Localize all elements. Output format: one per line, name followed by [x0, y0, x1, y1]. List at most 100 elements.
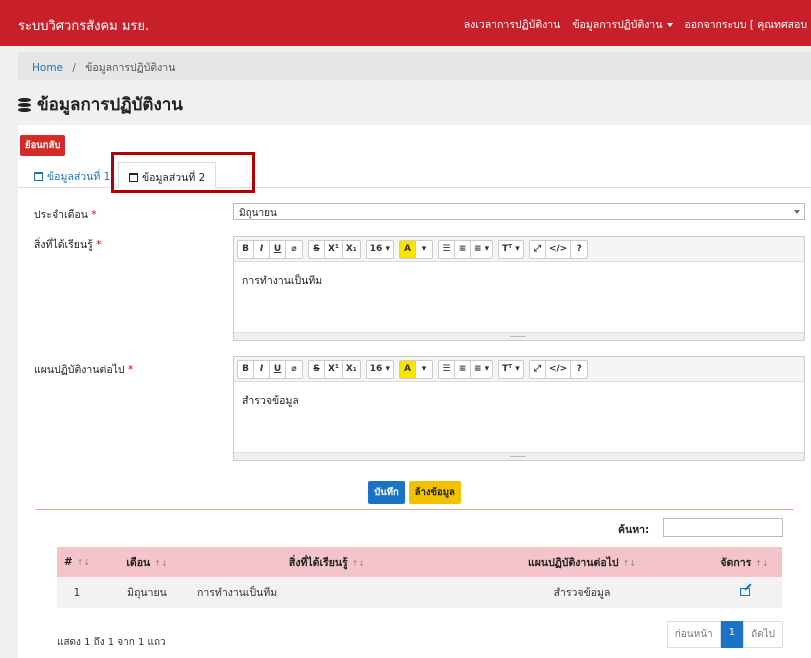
- divider: [36, 509, 793, 510]
- data-table: # ↑↓ เดือน ↑↓ สิ่งที่ได้เรียนรู้ ↑↓ แผนปฏิบ…: [57, 547, 782, 608]
- pagination: ก่อนหน้า 1 ถัดไป: [666, 621, 783, 648]
- fontsize-dropdown[interactable]: 16 ▾: [367, 361, 393, 378]
- col-header-plan-text: แผนปฏิบัติงานต่อไป: [528, 556, 619, 569]
- top-navbar: ระบบวิศวกรสังคม มรย. ลงเวลาการปฏิบัติงาน…: [0, 0, 811, 46]
- color-dropdown[interactable]: ▾: [416, 361, 432, 378]
- highlight-box: [111, 152, 255, 193]
- eraser-button[interactable]: ⌀: [286, 241, 302, 258]
- page-title-text: ข้อมูลการปฏิบัติงาน: [37, 95, 183, 115]
- breadcrumb-home-link[interactable]: Home: [32, 62, 63, 74]
- resize-handle[interactable]: [234, 332, 804, 340]
- strikethrough-button[interactable]: S: [309, 360, 325, 378]
- save-button[interactable]: บันทึก: [368, 481, 405, 504]
- col-header-learned[interactable]: สิ่งที่ได้เรียนรู้ ↑↓: [197, 547, 457, 577]
- text-color-button[interactable]: A: [399, 240, 416, 258]
- color-dropdown[interactable]: ▾: [416, 241, 432, 258]
- italic-button[interactable]: I: [254, 240, 270, 258]
- col-header-plan[interactable]: แผนปฏิบัติงานต่อไป ↑↓: [457, 547, 707, 577]
- line-height-dropdown[interactable]: Tᵀ ▾: [499, 361, 523, 378]
- nav-logout-link[interactable]: ออกจากระบบ [ คุณทศสอบ: [685, 16, 808, 33]
- database-icon: [18, 97, 31, 112]
- editor-toolbar: B I U ⌀ S X¹ X₁ 16 ▾ A ▾ ☰ ≡ ≡ ▾ Tᵀ ▾ ⤢ <…: [234, 237, 804, 262]
- color-group: A ▾: [398, 359, 433, 379]
- next-page-button[interactable]: ถัดไป: [743, 621, 783, 648]
- fullscreen-button[interactable]: ⤢: [530, 360, 546, 378]
- clear-button[interactable]: ล้างข้อมูล: [408, 481, 461, 504]
- superscript-button[interactable]: X¹: [325, 360, 343, 378]
- subscript-button[interactable]: X₁: [343, 361, 360, 378]
- chevron-down-icon: [794, 210, 800, 214]
- content-card: ย้อนกลับ ข้อมูลส่วนที่ 1 ข้อมูลส่วนที่ 2…: [18, 125, 811, 658]
- cell-no: 1: [73, 586, 81, 599]
- text-color-button[interactable]: A: [399, 360, 416, 378]
- italic-button[interactable]: I: [254, 360, 270, 378]
- sort-icon: ↑↓: [622, 558, 636, 568]
- numbered-list-button[interactable]: ≡: [455, 240, 471, 258]
- height-group: Tᵀ ▾: [498, 359, 524, 379]
- caret-down-icon: [666, 23, 673, 27]
- script-group: S X¹ X₁: [308, 239, 361, 259]
- cell-month: มิถุนายน: [127, 587, 167, 599]
- month-select-value: มิถุนายน: [239, 208, 277, 219]
- line-height-dropdown[interactable]: Tᵀ ▾: [499, 241, 523, 258]
- search-input[interactable]: [663, 518, 783, 537]
- nav-work-data-dropdown[interactable]: ข้อมูลการปฏิบัติงาน: [572, 16, 673, 33]
- view-group: ⤢ </> ?: [528, 239, 589, 259]
- breadcrumb: Home / ข้อมูลการปฏิบัติงาน: [18, 52, 811, 80]
- fontsize-group: 16 ▾: [365, 359, 394, 379]
- nav-checkin-link[interactable]: ลงเวลาการปฏิบัติงาน: [464, 16, 561, 33]
- plan-label-text: แผนปฏิบัติงานต่อไป: [34, 364, 125, 376]
- table-row: 1 มิถุนายน การทำงานเป็นทีม สำรวจข้อมูล: [57, 577, 782, 608]
- prev-page-button[interactable]: ก่อนหน้า: [666, 621, 721, 648]
- style-group: B I U ⌀: [237, 239, 303, 259]
- cell-plan: สำรวจข้อมูล: [553, 587, 611, 599]
- learned-text-area[interactable]: การทำงานเป็นทีม: [234, 262, 804, 332]
- fontsize-dropdown[interactable]: 16 ▾: [367, 241, 393, 258]
- breadcrumb-separator: /: [72, 62, 76, 74]
- tab-part-1[interactable]: ข้อมูลส่วนที่ 1: [24, 162, 120, 188]
- cell-learned: การทำงานเป็นทีม: [197, 587, 278, 599]
- subscript-button[interactable]: X₁: [343, 241, 360, 258]
- calendar-icon: [34, 172, 43, 181]
- col-header-no[interactable]: # ↑↓: [57, 547, 97, 577]
- resize-handle[interactable]: [234, 452, 804, 460]
- bullet-list-button[interactable]: ☰: [439, 240, 455, 258]
- form-actions: บันทึก ล้างข้อมูล: [18, 481, 811, 504]
- superscript-button[interactable]: X¹: [325, 240, 343, 258]
- help-button[interactable]: ?: [571, 361, 587, 378]
- fullscreen-button[interactable]: ⤢: [530, 240, 546, 258]
- code-view-button[interactable]: </>: [546, 240, 572, 258]
- align-dropdown[interactable]: ≡ ▾: [471, 361, 492, 378]
- required-mark: *: [91, 209, 97, 221]
- col-header-month[interactable]: เดือน ↑↓: [97, 547, 197, 577]
- bullet-list-button[interactable]: ☰: [439, 360, 455, 378]
- bold-button[interactable]: B: [238, 240, 254, 258]
- top-menu: ลงเวลาการปฏิบัติงาน ข้อมูลการปฏิบัติงาน …: [464, 16, 807, 33]
- underline-button[interactable]: U: [270, 240, 286, 258]
- col-header-month-text: เดือน: [126, 556, 151, 569]
- list-group: ☰ ≡ ≡ ▾: [437, 359, 494, 379]
- code-view-button[interactable]: </>: [546, 360, 572, 378]
- view-group: ⤢ </> ?: [528, 359, 589, 379]
- month-select[interactable]: มิถุนายน: [233, 203, 805, 220]
- brand-title[interactable]: ระบบวิศวกรสังคม มรย.: [18, 15, 149, 36]
- col-header-manage-text: จัดการ: [720, 556, 752, 569]
- align-dropdown[interactable]: ≡ ▾: [471, 241, 492, 258]
- editor-toolbar: B I U ⌀ S X¹ X₁ 16 ▾ A ▾ ☰ ≡ ≡ ▾ Tᵀ ▾ ⤢ <…: [234, 357, 804, 382]
- eraser-button[interactable]: ⌀: [286, 361, 302, 378]
- back-button[interactable]: ย้อนกลับ: [20, 135, 66, 156]
- sort-icon: ↑↓: [351, 558, 366, 568]
- edit-icon[interactable]: [739, 587, 750, 596]
- strikethrough-button[interactable]: S: [309, 240, 325, 258]
- plan-label: แผนปฏิบัติงานต่อไป *: [34, 361, 133, 378]
- help-button[interactable]: ?: [571, 241, 587, 258]
- required-mark: *: [127, 364, 134, 376]
- sort-icon: ↑↓: [154, 558, 168, 568]
- underline-button[interactable]: U: [270, 360, 286, 378]
- plan-text-area[interactable]: สำรวจข้อมูล: [234, 382, 804, 452]
- col-header-manage[interactable]: จัดการ ↑↓: [707, 547, 782, 577]
- bold-button[interactable]: B: [238, 360, 254, 378]
- page-1-button[interactable]: 1: [720, 621, 744, 648]
- month-label-text: ประจำเดือน: [34, 209, 88, 221]
- numbered-list-button[interactable]: ≡: [455, 360, 471, 378]
